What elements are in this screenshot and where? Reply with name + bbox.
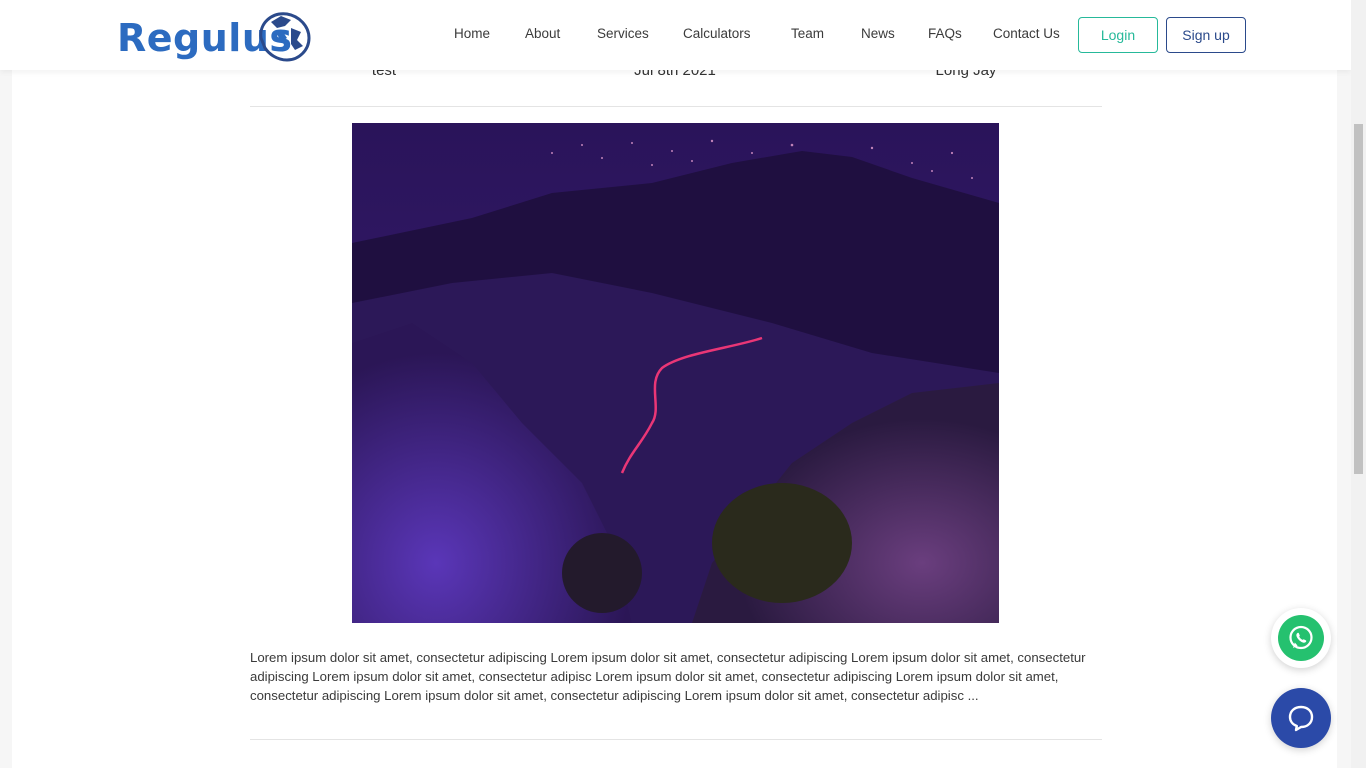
whatsapp-button[interactable]	[1271, 608, 1331, 668]
whatsapp-icon	[1289, 625, 1313, 650]
signup-button[interactable]: Sign up	[1166, 17, 1246, 53]
whatsapp-icon-bg	[1278, 615, 1324, 661]
nav-item-home[interactable]: Home	[454, 26, 490, 41]
lion-head-icon	[259, 12, 311, 62]
chat-bubble-icon	[1288, 705, 1314, 732]
article-content: test Jul 8th 2021 Long Jay Lorem ipsum d…	[12, 0, 1337, 768]
divider	[250, 106, 1102, 107]
chat-button[interactable]	[1271, 688, 1331, 748]
nav-item-faqs[interactable]: FAQs	[928, 26, 962, 41]
article-image	[352, 123, 999, 623]
nav-item-contact-us[interactable]: Contact Us	[993, 26, 1060, 41]
nav-item-team[interactable]: Team	[791, 26, 824, 41]
scrollbar-thumb[interactable]	[1354, 124, 1363, 474]
article-excerpt: Lorem ipsum dolor sit amet, consectetur …	[250, 650, 1086, 703]
vertical-scrollbar[interactable]	[1351, 0, 1366, 768]
nav-item-news[interactable]: News	[861, 26, 895, 41]
nav-item-calculators[interactable]: Calculators	[683, 26, 751, 41]
brand-logo[interactable]: Regulus	[117, 8, 317, 64]
nav-item-about[interactable]: About	[525, 26, 560, 41]
site-header: Regulus Home About Services Calculators …	[0, 0, 1351, 70]
divider	[250, 739, 1102, 740]
login-button[interactable]: Login	[1078, 17, 1158, 53]
nav-item-services[interactable]: Services	[597, 26, 649, 41]
